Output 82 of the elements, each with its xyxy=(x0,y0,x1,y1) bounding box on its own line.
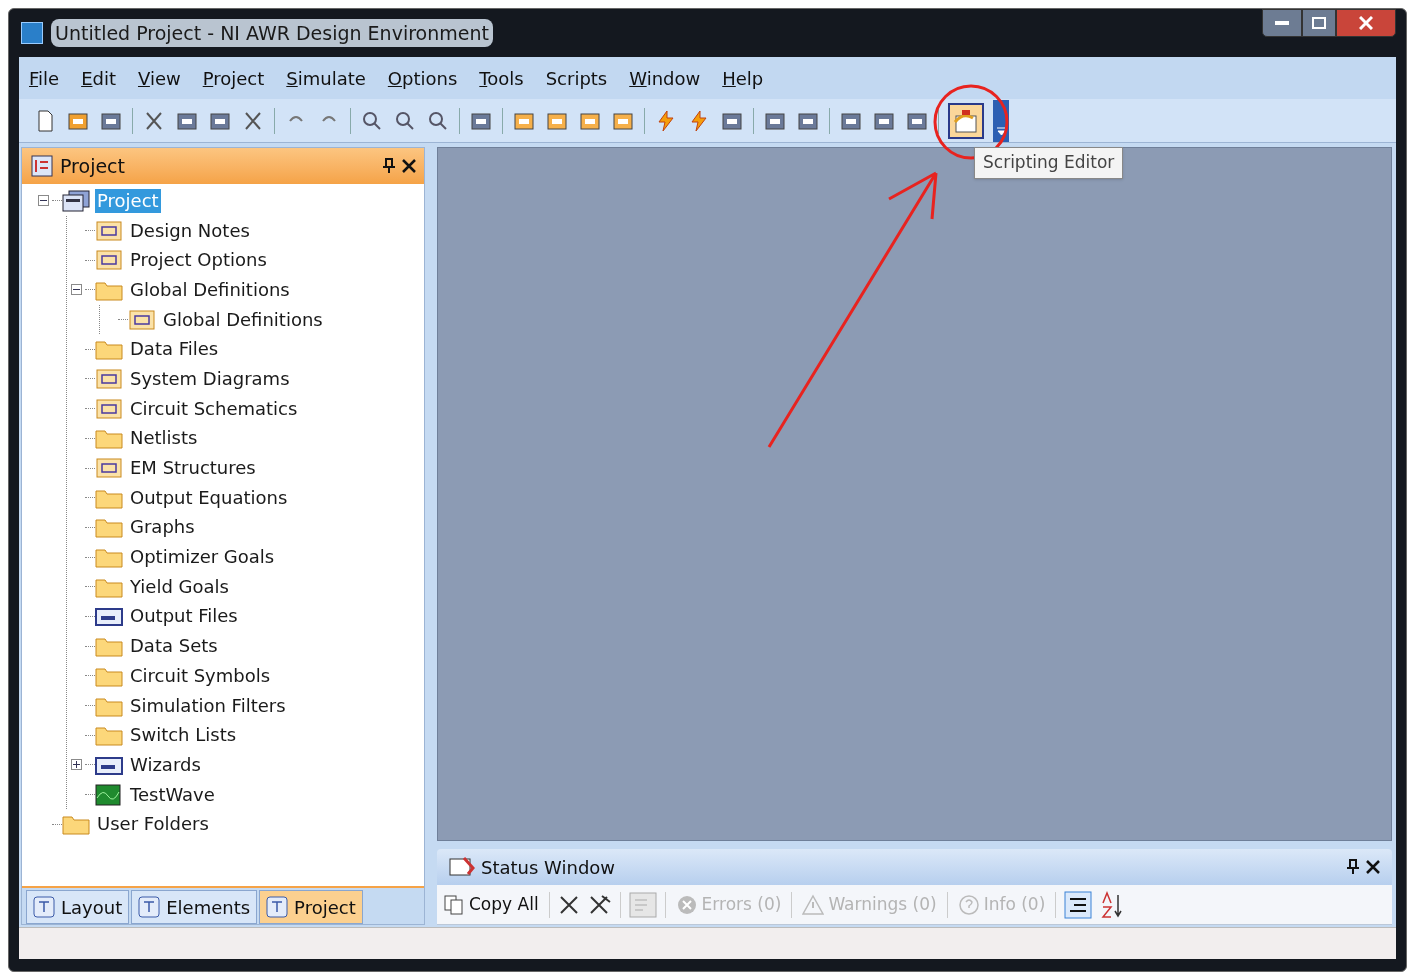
menu-item[interactable]: View xyxy=(138,64,181,92)
tree-item[interactable]: Circuit Symbols xyxy=(128,663,273,688)
tree-item[interactable]: Optimizer Goals xyxy=(128,545,277,570)
document-icon xyxy=(95,367,123,390)
tree-item[interactable]: Project Options xyxy=(128,248,269,273)
document-icon xyxy=(128,308,156,331)
tree-item[interactable]: Netlists xyxy=(128,426,200,451)
tree-item[interactable]: Graphs xyxy=(128,515,197,540)
maximize-icon xyxy=(1312,17,1326,29)
window-title: Untitled Project - NI AWR Design Environment xyxy=(51,18,493,48)
folder-icon xyxy=(95,724,123,747)
warning-icon xyxy=(802,893,825,916)
folder-icon xyxy=(95,427,123,450)
folder-icon xyxy=(95,546,123,569)
app-logo-icon xyxy=(21,22,43,44)
menu-item[interactable]: Project xyxy=(202,64,265,92)
minimize-icon xyxy=(1275,21,1289,25)
tree-item[interactable]: Output Equations xyxy=(128,485,290,510)
collapse-toggle[interactable] xyxy=(37,195,49,207)
pin-icon[interactable] xyxy=(382,158,396,174)
close-button[interactable] xyxy=(1336,9,1396,37)
folder-icon xyxy=(95,516,123,539)
tree-item[interactable]: Global Definitions xyxy=(128,277,292,302)
folder-icon xyxy=(95,338,123,361)
tab-icon xyxy=(33,896,55,918)
close-icon[interactable] xyxy=(1366,860,1380,874)
menu-item[interactable]: Scripts xyxy=(545,64,608,92)
clear-icon[interactable] xyxy=(557,893,580,916)
pin-icon[interactable] xyxy=(1346,859,1360,875)
clear-all-icon[interactable] xyxy=(587,893,612,916)
error-icon xyxy=(675,893,698,916)
help-icon xyxy=(957,893,980,916)
tree-item[interactable]: Wizards xyxy=(128,752,203,777)
project-icon xyxy=(62,189,90,212)
tab-icon xyxy=(138,896,161,918)
tree-item[interactable]: Data Files xyxy=(128,337,221,362)
tree-item[interactable]: Global Definitions xyxy=(161,307,325,332)
scripting-editor-button[interactable] xyxy=(948,102,984,139)
status-window-icon xyxy=(449,856,475,878)
chevron-down-icon xyxy=(996,126,1006,136)
close-icon[interactable] xyxy=(402,159,416,173)
close-icon xyxy=(1359,16,1373,30)
sort-icon[interactable] xyxy=(1100,890,1125,919)
tree-item[interactable]: Data Sets xyxy=(128,634,220,659)
menu-item[interactable]: Options xyxy=(387,64,458,92)
project-tree-icon xyxy=(30,154,54,178)
tree-item[interactable]: Circuit Schematics xyxy=(128,396,300,421)
tree-item[interactable]: Switch Lists xyxy=(128,723,239,748)
menu-item[interactable]: Help xyxy=(722,64,764,92)
menu-item[interactable]: Simulate xyxy=(286,64,366,92)
tree-item[interactable]: EM Structures xyxy=(128,456,258,481)
panel-tab[interactable]: Layout xyxy=(26,890,130,924)
status-filter-button[interactable]: Copy All xyxy=(441,891,541,918)
document-icon xyxy=(95,397,123,420)
tree-item[interactable]: TestWave xyxy=(128,782,217,807)
tab-icon xyxy=(266,896,289,918)
folder-icon xyxy=(62,813,90,836)
tree-item[interactable]: Yield Goals xyxy=(128,574,231,599)
document-icon xyxy=(95,457,123,480)
document-icon xyxy=(95,219,123,242)
panel-title: Status Window xyxy=(481,855,616,880)
menu-item[interactable]: Edit xyxy=(81,64,116,92)
folder-icon xyxy=(95,635,123,658)
tooltip: Scripting Editor xyxy=(974,147,1124,179)
panel-tab[interactable]: Elements xyxy=(131,890,258,924)
minimize-button[interactable] xyxy=(1262,9,1302,37)
tree-item[interactable]: Simulation Filters xyxy=(128,693,288,718)
tree-item[interactable]: System Diagrams xyxy=(128,366,292,391)
menu-item[interactable]: File xyxy=(29,64,60,92)
list-icon[interactable] xyxy=(1064,890,1093,919)
menu-item[interactable]: Window xyxy=(629,64,701,92)
expand-toggle[interactable] xyxy=(70,759,82,771)
maximize-button[interactable] xyxy=(1302,9,1336,37)
tree-item[interactable]: Design Notes xyxy=(128,218,252,243)
collapse-toggle[interactable] xyxy=(70,284,82,296)
tree-item[interactable]: User Folders xyxy=(95,812,211,837)
panel-tab[interactable]: Project xyxy=(259,890,363,924)
tree-item[interactable]: Output Files xyxy=(128,604,240,629)
waveform-icon xyxy=(95,783,123,806)
document-icon xyxy=(95,249,123,272)
menu-item[interactable]: Tools xyxy=(479,64,524,92)
panel-title: Project xyxy=(60,153,125,179)
